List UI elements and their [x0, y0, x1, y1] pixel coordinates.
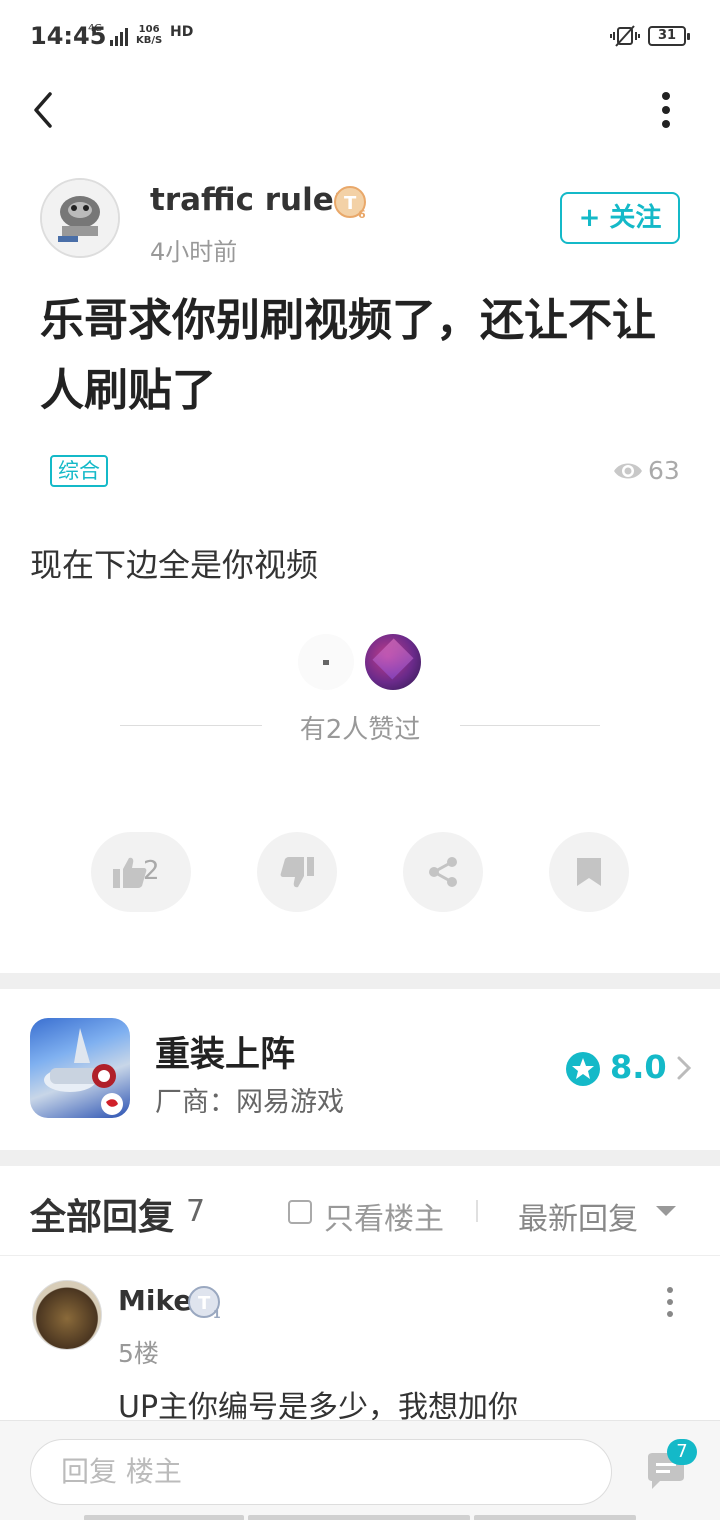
game-name: 重装上阵: [155, 1035, 296, 1075]
post-time: 4小时前: [150, 238, 238, 266]
vibrate-icon: [610, 25, 640, 47]
game-art: [44, 1028, 123, 1115]
share-button[interactable]: [403, 832, 483, 912]
svg-text:T: T: [344, 193, 357, 214]
nav-strip: [84, 1515, 636, 1520]
speed-value: 106: [138, 24, 160, 35]
replies-title: 全部回复: [30, 1197, 175, 1238]
only-op-checkbox[interactable]: [288, 1200, 312, 1224]
post-title: 乐哥求你别刷视频了，还让不让人刷贴了: [40, 295, 656, 416]
header-separator: [476, 1200, 478, 1222]
speed-unit: KB/S: [136, 35, 163, 46]
replies-count: 7: [186, 1194, 206, 1229]
comment-count-badge: 7: [667, 1439, 697, 1465]
level-badge-icon: T 6: [334, 186, 366, 220]
thumbs-up-icon: [113, 857, 147, 888]
only-op-label[interactable]: 只看楼主: [324, 1194, 444, 1238]
author-avatar[interactable]: [40, 178, 120, 258]
reply-badge-level: 1: [213, 1308, 221, 1320]
bookmark-button[interactable]: [549, 832, 629, 912]
hd-indicator: HD: [170, 24, 194, 40]
author-badge-level: 6: [358, 208, 366, 220]
star-icon: [566, 1052, 600, 1086]
reply-item: Mike T 1 5楼 UP主你编号是多少，我想加你: [0, 1262, 720, 1425]
back-icon[interactable]: [28, 88, 64, 132]
sort-dropdown[interactable]: 最新回复: [518, 1194, 638, 1238]
network-speed: 106 KB/S: [136, 24, 162, 46]
battery-indicator: 31: [648, 26, 690, 46]
category-tag[interactable]: 综合: [50, 455, 108, 487]
section-divider: [0, 973, 720, 989]
liker-avatar[interactable]: [365, 634, 421, 690]
reply-floor: 5楼: [118, 1339, 159, 1368]
replies-header: 全部回复 7 只看楼主 最新回复: [0, 1166, 720, 1256]
game-score: 8.0: [610, 1048, 667, 1086]
like-count: 2: [143, 856, 160, 886]
view-count-value: 63: [648, 456, 680, 485]
post-actions: 2: [0, 832, 720, 914]
more-vertical-icon[interactable]: [650, 88, 682, 132]
status-bar: 14:45 4G 106 KB/S HD 31: [0, 0, 720, 72]
avatar-image: [42, 180, 118, 256]
liker-avatar[interactable]: [298, 634, 354, 690]
reply-input[interactable]: 回复 楼主: [30, 1439, 612, 1505]
game-icon: [30, 1018, 130, 1118]
game-card[interactable]: 重装上阵 厂商：网易游戏 8.0: [0, 990, 720, 1150]
post-body: 现在下边全是你视频: [30, 546, 319, 584]
author-row: traffic ruler T 6 4小时前 + 关注: [0, 176, 720, 266]
liked-text: 有2人赞过: [299, 715, 421, 745]
bookmark-icon: [577, 858, 601, 886]
author-name[interactable]: traffic ruler: [150, 182, 349, 218]
thumbs-down-icon: [280, 857, 314, 888]
reply-avatar[interactable]: [32, 1280, 102, 1350]
follow-button[interactable]: + 关注: [560, 192, 680, 244]
eye-icon: [614, 463, 642, 479]
liker-avatars[interactable]: [0, 630, 720, 694]
bottom-bar: 回复 楼主 7: [0, 1420, 720, 1520]
reply-author-name[interactable]: Mike: [118, 1284, 192, 1317]
signal-icon: [110, 28, 128, 46]
divider-line: [460, 725, 600, 726]
network-type: 4G: [88, 23, 103, 34]
more-vertical-icon[interactable]: [660, 1284, 680, 1324]
liked-summary: 有2人赞过: [0, 705, 720, 745]
section-divider: [0, 1150, 720, 1166]
chevron-right-icon: [677, 1056, 692, 1080]
like-button[interactable]: 2: [91, 832, 191, 912]
caret-down-icon[interactable]: [656, 1206, 676, 1216]
dislike-button[interactable]: [257, 832, 337, 912]
level-badge-icon: T 1: [188, 1286, 221, 1320]
top-bar: [0, 72, 720, 148]
game-vendor: 厂商：网易游戏: [155, 1087, 344, 1118]
share-icon: [429, 857, 457, 887]
svg-text:T: T: [198, 1293, 211, 1314]
